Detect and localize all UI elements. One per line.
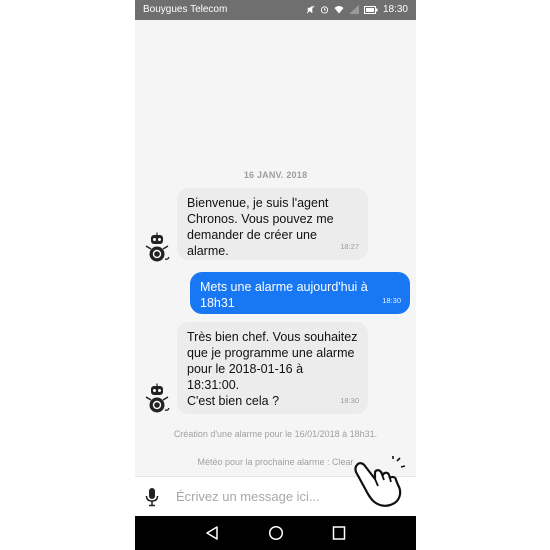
- alarm-icon: [320, 6, 329, 14]
- mute-icon: [306, 5, 315, 14]
- status-bar: Bouygues Telecom 18:30: [135, 0, 416, 20]
- message-text: Mets une alarme aujourd'hui à 18h31: [200, 280, 368, 310]
- message-time: 18:30: [382, 296, 401, 305]
- navigation-bar: [135, 516, 416, 550]
- date-separator: 16 JANV. 2018: [243, 170, 308, 180]
- home-icon[interactable]: [268, 525, 284, 541]
- message-time: 18:27: [340, 242, 359, 251]
- back-icon[interactable]: [205, 525, 219, 541]
- info-line-alarm: Création d'une alarme pour le 16/01/2018…: [173, 429, 378, 439]
- status-time: 18:30: [382, 4, 408, 15]
- signal-icon: [348, 5, 359, 14]
- bot-avatar-icon: [145, 232, 170, 262]
- message-time: 18:30: [340, 396, 359, 405]
- battery-icon: [363, 5, 378, 14]
- bot-message: Bienvenue, je suis l'agent Chronos. Vous…: [177, 188, 368, 260]
- recent-apps-icon[interactable]: [332, 525, 346, 541]
- carrier-name: Bouygues Telecom: [143, 4, 228, 15]
- bot-avatar-icon: [145, 383, 170, 413]
- wifi-icon: [334, 6, 344, 14]
- bot-message: Très bien chef. Vous souhaitez que je pr…: [177, 322, 368, 414]
- status-icons: 18:30: [306, 4, 408, 15]
- user-message: Mets une alarme aujourd'hui à 18h31 18:3…: [190, 272, 410, 314]
- microphone-icon[interactable]: [145, 487, 159, 507]
- pointing-hand-icon: [354, 456, 406, 507]
- message-input[interactable]: [174, 488, 348, 505]
- phone-screen: Bouygues Telecom 18:30 16 JANV. 2018 Bie…: [135, 0, 416, 550]
